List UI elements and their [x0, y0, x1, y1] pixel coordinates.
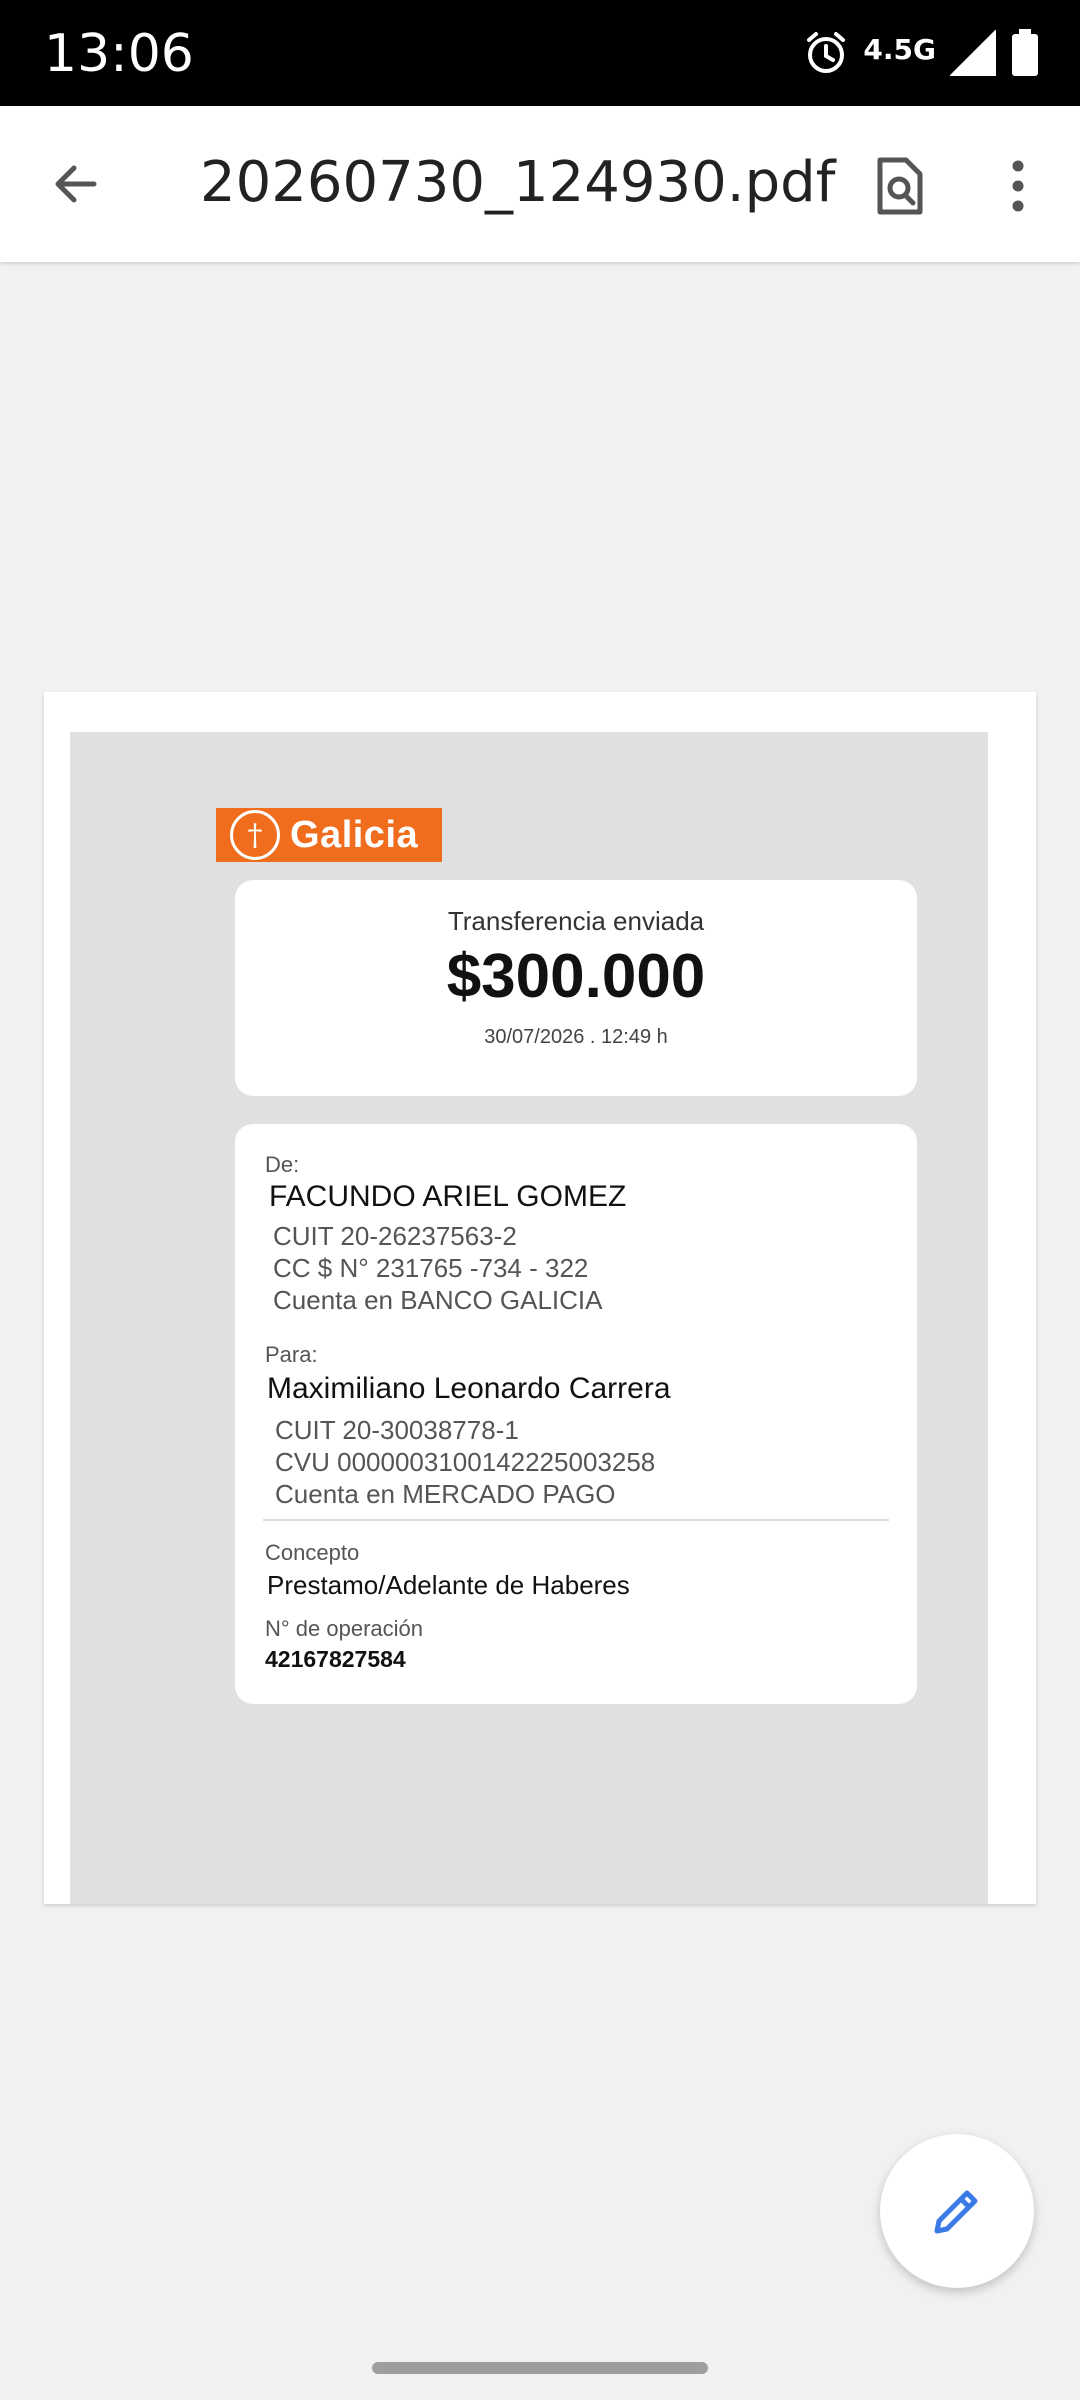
- status-time: 13:06: [44, 24, 194, 84]
- to-bank: Cuenta en MERCADO PAGO: [275, 1479, 616, 1509]
- brand-name: Galicia: [290, 813, 419, 856]
- pdf-page[interactable]: † Galicia Transferencia enviada $300.000…: [44, 692, 1036, 1904]
- galicia-logo: † Galicia: [216, 808, 442, 862]
- to-name: Maximiliano Leonardo Carrera: [267, 1372, 671, 1405]
- transfer-datetime: 30/07/2026 . 12:49 h: [484, 1026, 668, 1048]
- find-in-document-button[interactable]: [862, 148, 938, 224]
- pencil-icon: [934, 2190, 978, 2234]
- arrow-back-icon: [55, 165, 97, 203]
- concept-label: Concepto: [265, 1540, 360, 1565]
- galicia-cross-icon: †: [230, 810, 280, 860]
- operation-number: 42167827584: [265, 1646, 406, 1672]
- transfer-summary-card: Transferencia enviada $300.000 30/07/202…: [235, 880, 917, 1096]
- to-label: Para:: [265, 1342, 318, 1367]
- operation-label: N° de operación: [265, 1616, 424, 1641]
- transfer-detail-card: De: FACUNDO ARIEL GOMEZ CUIT 20-26237563…: [235, 1124, 917, 1704]
- document-search-icon: [877, 157, 923, 215]
- battery-icon: [1010, 28, 1040, 82]
- transfer-label: Transferencia enviada: [447, 906, 705, 936]
- from-cuit: CUIT 20-26237563-2: [273, 1221, 517, 1251]
- more-vert-icon: [1012, 160, 1024, 212]
- signal-icon: [949, 28, 996, 81]
- gesture-nav-handle[interactable]: [372, 2362, 708, 2374]
- status-icons: 4.5G: [803, 28, 1040, 82]
- status-bar: 13:06 4.5G: [0, 0, 1080, 106]
- from-name: FACUNDO ARIEL GOMEZ: [269, 1180, 627, 1213]
- more-options-button[interactable]: [980, 148, 1056, 224]
- concept-value: Prestamo/Adelante de Haberes: [267, 1570, 630, 1600]
- from-bank: Cuenta en BANCO GALICIA: [273, 1285, 603, 1315]
- receipt-image: † Galicia Transferencia enviada $300.000…: [70, 732, 988, 1904]
- document-title: 20260730_124930.pdf: [200, 150, 836, 215]
- edit-fab-button[interactable]: [880, 2134, 1034, 2288]
- divider: [263, 1519, 889, 1521]
- transfer-amount: $300.000: [446, 942, 706, 1011]
- app-toolbar: 20260730_124930.pdf: [0, 106, 1080, 262]
- to-cvu: CVU 0000003100142225003258: [275, 1447, 656, 1477]
- from-label: De:: [265, 1152, 300, 1177]
- alarm-icon: [803, 30, 849, 81]
- to-cuit: CUIT 20-30038778-1: [275, 1415, 519, 1445]
- from-account: CC $ N° 231765 -734 - 322: [273, 1253, 589, 1283]
- network-type: 4.5G: [863, 32, 936, 66]
- back-button[interactable]: [36, 144, 116, 224]
